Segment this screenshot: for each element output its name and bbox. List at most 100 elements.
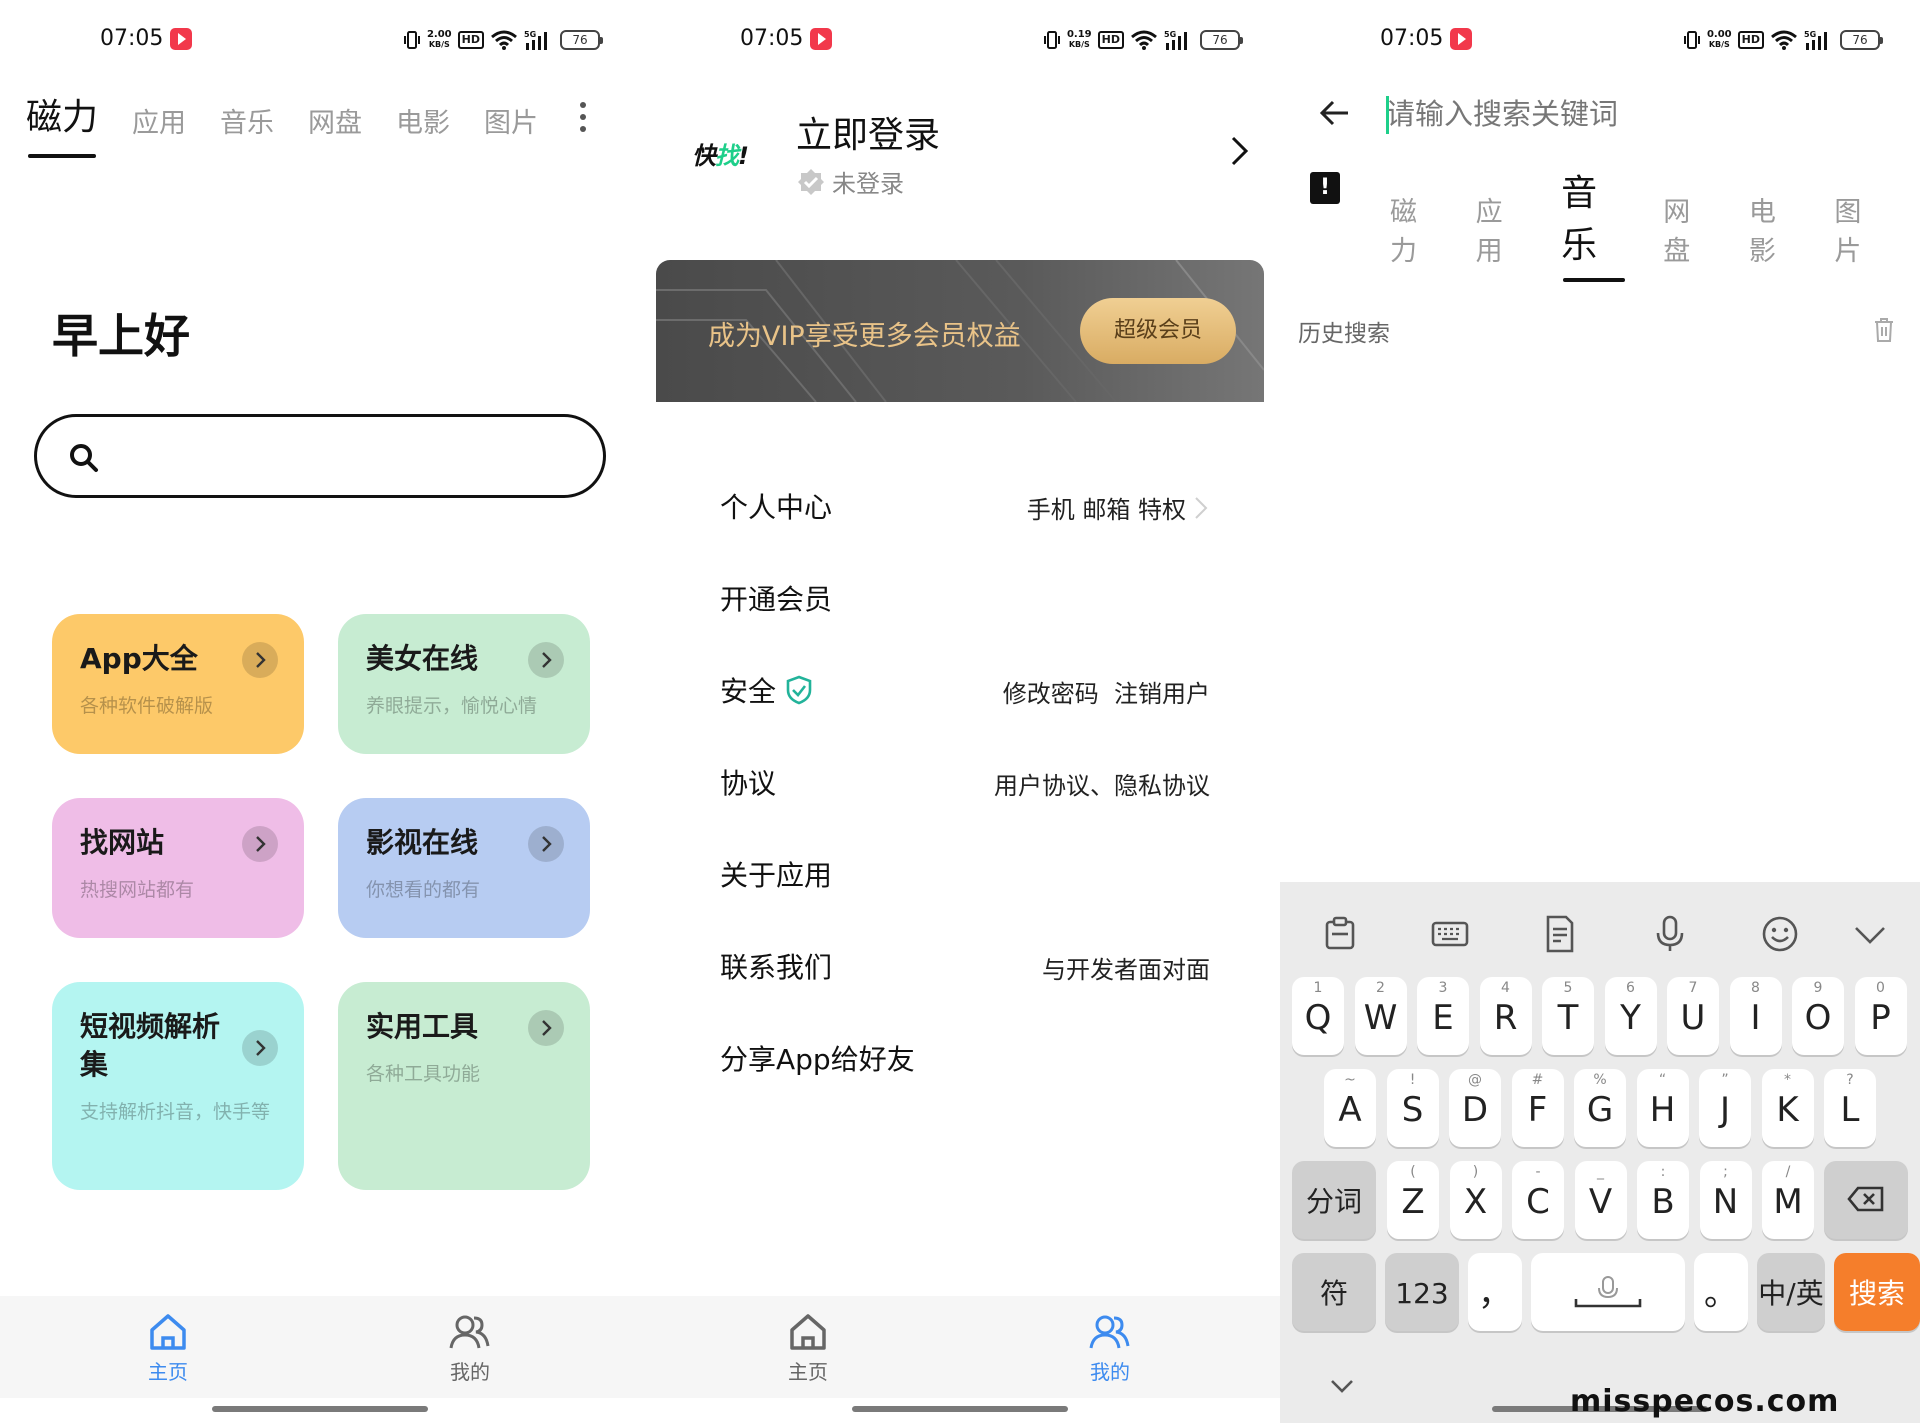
menu-security[interactable]: 安全 修改密码 注销用户 <box>720 658 1210 718</box>
key-u[interactable]: 7U <box>1667 977 1719 1055</box>
nav-home[interactable]: 主页 <box>768 1312 848 1385</box>
tab-dianying[interactable]: 电影 <box>1749 190 1799 268</box>
emoji-icon[interactable] <box>1758 912 1802 956</box>
key-s[interactable]: ! S <box>1386 1069 1439 1147</box>
menu-value[interactable]: 与开发者面对面 <box>1042 950 1210 985</box>
key-r[interactable]: 4R <box>1479 977 1532 1055</box>
key-g[interactable]: % G <box>1574 1069 1626 1147</box>
key-c[interactable]: -C <box>1512 1161 1564 1239</box>
key-lang-switch[interactable]: 中/英 <box>1757 1253 1825 1331</box>
key-f[interactable]: # F <box>1511 1069 1564 1147</box>
tab-wangpan[interactable]: 网盘 <box>308 101 362 140</box>
key-n[interactable]: ; N <box>1699 1161 1752 1239</box>
menu-value[interactable]: 修改密码 注销用户 <box>1003 674 1210 709</box>
key-a[interactable]: ~ A <box>1324 1069 1376 1147</box>
clipboard-icon[interactable] <box>1318 912 1362 956</box>
key-x[interactable]: ) X <box>1449 1161 1502 1239</box>
key-d[interactable]: @ D <box>1449 1069 1501 1147</box>
search-input[interactable] <box>1386 92 1866 136</box>
key-z[interactable]: (Z <box>1387 1161 1439 1239</box>
key-l[interactable]: ? L <box>1824 1069 1876 1147</box>
tab-yinyue[interactable]: 音乐 <box>1561 164 1627 282</box>
menu-value[interactable]: 用户协议、隐私协议 <box>994 766 1210 801</box>
nav-home[interactable]: 主页 <box>128 1312 208 1385</box>
key-i-label: I <box>1750 998 1761 1038</box>
card-yingshi-zaixian[interactable]: 影视在线 你想看的都有 <box>338 798 590 938</box>
users-icon <box>449 1315 490 1349</box>
collapse-keyboard-icon[interactable] <box>1848 912 1892 956</box>
menu-agreement[interactable]: 协议 用户协议、隐私协议 <box>720 750 1210 810</box>
key-q[interactable]: 1Q <box>1292 977 1344 1055</box>
key-search[interactable]: 搜索 <box>1834 1253 1920 1331</box>
tab-tupian[interactable]: 图片 <box>1834 190 1884 268</box>
tab-tupian[interactable]: 图片 <box>484 101 538 140</box>
chevron-right-icon <box>242 826 278 862</box>
login-title[interactable]: 立即登录 <box>796 106 940 158</box>
search-bar[interactable] <box>34 414 606 498</box>
tab-cili[interactable]: 磁力 <box>26 88 98 158</box>
key-123[interactable]: 123 <box>1385 1253 1459 1331</box>
card-duanshipin-jiexi[interactable]: 短视频解析集 支持解析抖音，快手等 <box>52 982 304 1190</box>
gesture-bar[interactable] <box>212 1406 428 1412</box>
back-arrow-icon[interactable] <box>1318 98 1352 128</box>
chevron-right-icon <box>1195 496 1208 519</box>
key-comma[interactable]: ， <box>1468 1253 1522 1331</box>
key-m[interactable]: / M <box>1762 1161 1814 1239</box>
battery-icon: 76 <box>1840 30 1883 50</box>
tab-wangpan[interactable]: 网盘 <box>1663 190 1713 268</box>
key-o-secondary: 9 <box>1813 980 1823 996</box>
microphone-icon[interactable] <box>1648 912 1692 956</box>
key-fenci[interactable]: 分词 <box>1292 1161 1376 1239</box>
card-zhao-wangzhan[interactable]: 找网站 热搜网站都有 <box>52 798 304 938</box>
menu-value: 手机 邮箱 特权 <box>1027 490 1210 525</box>
chevron-right-icon[interactable] <box>1228 134 1252 168</box>
key-f-label: F <box>1527 1090 1548 1130</box>
key-y[interactable]: 6Y <box>1604 977 1657 1055</box>
tab-yingyong[interactable]: 应用 <box>132 101 186 140</box>
key-j[interactable]: ” J <box>1699 1069 1751 1147</box>
menu-contact[interactable]: 联系我们 与开发者面对面 <box>720 934 1210 994</box>
keyboard-icon[interactable] <box>1428 912 1472 956</box>
gesture-bar[interactable] <box>852 1406 1068 1412</box>
hd-badge: HD <box>1097 31 1124 49</box>
menu-personal-center[interactable]: 个人中心 手机 邮箱 特权 <box>720 474 1210 534</box>
key-k[interactable]: * K <box>1761 1069 1814 1147</box>
tab-cili[interactable]: 磁力 <box>1390 190 1440 268</box>
verified-badge-icon <box>798 168 824 195</box>
key-backspace[interactable] <box>1824 1161 1908 1239</box>
signal-icon: 5G <box>524 30 547 50</box>
document-icon[interactable] <box>1538 912 1582 956</box>
key-t[interactable]: 5T <box>1542 977 1594 1055</box>
key-space[interactable] <box>1531 1253 1685 1331</box>
trash-icon[interactable] <box>1872 316 1896 344</box>
key-b[interactable]: :B <box>1637 1161 1689 1239</box>
key-v[interactable]: _ V <box>1574 1161 1627 1239</box>
tab-yingyong[interactable]: 应用 <box>1476 190 1526 268</box>
nav-mine[interactable]: 我的 <box>430 1312 510 1385</box>
menu-share[interactable]: 分享App给好友 <box>720 1026 1210 1086</box>
super-vip-button[interactable]: 超级会员 <box>1080 298 1236 364</box>
key-period[interactable]: 。 <box>1694 1253 1748 1331</box>
tab-dianying[interactable]: 电影 <box>396 101 450 140</box>
key-w[interactable]: 2W <box>1354 977 1407 1055</box>
chevron-down-icon[interactable] <box>1328 1376 1356 1396</box>
card-app-daquan[interactable]: App大全 各种软件破解版 <box>52 614 304 754</box>
card-title: 影视在线 <box>366 826 479 859</box>
more-icon[interactable] <box>580 102 588 132</box>
key-h[interactable]: “H <box>1636 1069 1689 1147</box>
key-p[interactable]: 0P <box>1854 977 1907 1055</box>
vip-banner[interactable]: 成为VIP享受更多会员权益 超级会员 <box>656 260 1264 402</box>
key-l-label: L <box>1840 1090 1860 1130</box>
card-shiyong-gongju[interactable]: 实用工具 各种工具功能 <box>338 982 590 1190</box>
card-meinv-zaixian[interactable]: 美女在线 养眼提示，愉悦心情 <box>338 614 590 754</box>
key-y-label: Y <box>1620 998 1641 1038</box>
key-i[interactable]: 8I <box>1729 977 1782 1055</box>
key-o[interactable]: 9O <box>1792 977 1844 1055</box>
nav-mine[interactable]: 我的 <box>1070 1312 1150 1385</box>
alert-icon[interactable]: ! <box>1310 172 1340 204</box>
key-e[interactable]: 3E <box>1417 977 1469 1055</box>
menu-open-vip[interactable]: 开通会员 <box>720 566 1210 626</box>
tab-yinyue[interactable]: 音乐 <box>220 101 274 140</box>
key-symbols[interactable]: 符 <box>1292 1253 1376 1331</box>
menu-about[interactable]: 关于应用 <box>720 842 1210 902</box>
